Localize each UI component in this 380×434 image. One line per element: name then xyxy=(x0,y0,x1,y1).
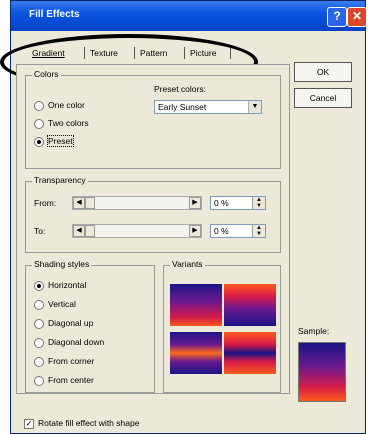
shading-styles-label: Shading styles xyxy=(32,259,92,269)
variant-4[interactable] xyxy=(224,332,276,374)
radio-circle xyxy=(34,299,44,310)
radio-circle xyxy=(34,318,44,329)
radio-two-colors[interactable]: Two colors xyxy=(34,116,89,130)
radio-circle xyxy=(34,375,44,386)
variants-label: Variants xyxy=(170,259,205,269)
cancel-button[interactable]: Cancel xyxy=(294,88,352,108)
radio-circle xyxy=(34,337,44,348)
checkmark-icon: ✓ xyxy=(24,418,34,429)
slider-thumb[interactable] xyxy=(85,197,95,209)
transparency-to-slider[interactable]: ◀ ▶ xyxy=(72,224,202,238)
transparency-to-label: To: xyxy=(34,226,46,236)
spin-arrows-icon[interactable]: ▲ ▼ xyxy=(252,197,265,209)
arrow-right-icon[interactable]: ▶ xyxy=(189,225,201,237)
window-title: Fill Effects xyxy=(29,9,80,20)
sample-preview xyxy=(298,342,346,402)
radio-circle xyxy=(34,356,44,367)
transparency-to-field[interactable]: 0 % ▲ ▼ xyxy=(210,224,266,238)
transparency-group: Transparency From: ◀ ▶ 0 % ▲ ▼ To: ◀ ▶ 0 … xyxy=(25,175,281,253)
radio-circle xyxy=(34,100,44,111)
colors-group-label: Colors xyxy=(32,69,61,79)
radio-from-center[interactable]: From center xyxy=(34,373,94,387)
arrow-left-icon[interactable]: ◀ xyxy=(73,197,85,209)
radio-diagonal-down[interactable]: Diagonal down xyxy=(34,335,104,349)
arrow-right-icon[interactable]: ▶ xyxy=(189,197,201,209)
colors-group: Colors One color Two colors Preset Prese… xyxy=(25,69,281,169)
close-button[interactable]: ✕ xyxy=(347,7,367,27)
ok-button[interactable]: OK xyxy=(294,62,352,82)
transparency-from-slider[interactable]: ◀ ▶ xyxy=(72,196,202,210)
radio-one-color[interactable]: One color xyxy=(34,98,85,112)
preset-colors-label: Preset colors: xyxy=(154,84,206,94)
variants-group: Variants xyxy=(163,259,281,393)
arrow-left-icon[interactable]: ◀ xyxy=(73,225,85,237)
variant-1[interactable] xyxy=(170,284,222,326)
shading-styles-group: Shading styles Horizontal Vertical Diago… xyxy=(25,259,155,393)
radio-from-corner[interactable]: From corner xyxy=(34,354,94,368)
chevron-down-icon[interactable]: ▼ xyxy=(248,101,261,113)
transparency-group-label: Transparency xyxy=(32,175,88,185)
preset-colors-select[interactable]: Early Sunset ▼ xyxy=(154,100,262,114)
slider-thumb[interactable] xyxy=(85,225,95,237)
variant-3[interactable] xyxy=(170,332,222,374)
radio-horizontal[interactable]: Horizontal xyxy=(34,278,86,292)
transparency-from-label: From: xyxy=(34,198,57,208)
gradient-panel: Colors One color Two colors Preset Prese… xyxy=(16,64,290,394)
help-button[interactable]: ? xyxy=(327,7,347,27)
radio-vertical[interactable]: Vertical xyxy=(34,297,76,311)
transparency-from-field[interactable]: 0 % ▲ ▼ xyxy=(210,196,266,210)
title-bar: Fill Effects ? ✕ xyxy=(11,1,367,31)
sample-label: Sample: xyxy=(298,326,330,336)
radio-circle xyxy=(34,118,44,129)
radio-diagonal-up[interactable]: Diagonal up xyxy=(34,316,93,330)
rotate-fill-checkbox[interactable]: ✓ Rotate fill effect with shape xyxy=(24,418,139,429)
radio-preset[interactable]: Preset xyxy=(34,134,74,148)
radio-circle-selected xyxy=(34,280,44,291)
variant-2[interactable] xyxy=(224,284,276,326)
spin-arrows-icon[interactable]: ▲ ▼ xyxy=(252,225,265,237)
radio-circle-selected xyxy=(34,136,44,147)
